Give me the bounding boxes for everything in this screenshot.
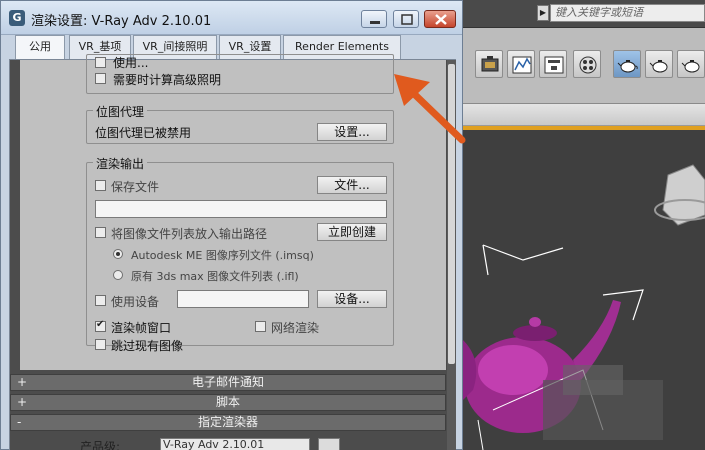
rollout-scripts[interactable]: + 脚本 (10, 394, 446, 411)
use-advanced-lighting-label: 使用... (113, 56, 149, 70)
output-file-path-field[interactable] (95, 200, 387, 218)
put-image-list-checkbox[interactable] (95, 227, 106, 238)
use-advanced-lighting-checkbox[interactable] (95, 57, 106, 68)
production-renderer-label: 产品级: (80, 440, 121, 450)
minimize-button[interactable] (361, 10, 387, 28)
bitmap-proxy-status: 位图代理已被禁用 (95, 126, 192, 140)
rollout-email-notification[interactable]: + 电子邮件通知 (10, 374, 446, 391)
render-frame-window-label: 渲染帧窗口 (111, 321, 172, 335)
material-editor-icon[interactable] (573, 50, 601, 78)
use-device-checkbox[interactable] (95, 295, 106, 306)
skip-existing-label: 跳过现有图像 (111, 339, 184, 353)
choose-renderer-button[interactable] (318, 438, 340, 450)
device-button[interactable]: 设备... (317, 290, 387, 308)
maximize-icon (401, 14, 413, 25)
net-render-label: 网络渲染 (271, 321, 320, 335)
imsq-radio[interactable] (113, 249, 123, 259)
production-renderer-field: V-Ray Adv 2.10.01 (160, 438, 310, 450)
render-setup-icon[interactable] (475, 50, 503, 78)
render-setup-dialog: G 渲染设置: V-Ray Adv 2.10.01 公用 VR_基项 VR_间接… (0, 0, 463, 450)
render-output-group: 渲染输出 保存文件 文件... 将图像文件列表放入输出路径 立即创建 Autod… (86, 155, 394, 353)
create-now-button[interactable]: 立即创建 (317, 223, 387, 241)
common-parameters-content: 使用... 需要时计算高级照明 位图代理 位图代理已被禁用 设置... 渲染输出… (20, 54, 446, 370)
schematic-view-icon[interactable] (539, 50, 567, 78)
quick-render-teapot-icon[interactable] (677, 50, 705, 78)
advanced-lighting-group: 使用... 需要时计算高级照明 (86, 54, 394, 94)
dialog-panel: 使用... 需要时计算高级照明 位图代理 位图代理已被禁用 设置... 渲染输出… (9, 54, 456, 450)
max-main-toolbar (463, 28, 705, 104)
rollout-label: 脚本 (215, 395, 240, 409)
put-image-list-label: 将图像文件列表放入输出路径 (111, 227, 268, 241)
max-perspective-viewport[interactable] (463, 126, 705, 450)
render-frame-teapot-icon[interactable] (645, 50, 673, 78)
render-teapot-icon[interactable] (613, 50, 641, 78)
rollout-assign-renderer[interactable]: - 指定渲染器 (10, 414, 446, 431)
dialog-title-bar[interactable]: G 渲染设置: V-Ray Adv 2.10.01 (1, 1, 462, 35)
dialog-title: 渲染设置: V-Ray Adv 2.10.01 (31, 14, 212, 29)
annotation-arrow-icon (394, 74, 466, 144)
net-render-checkbox[interactable] (255, 321, 266, 332)
maximize-button[interactable] (393, 10, 419, 28)
use-device-label: 使用设备 (111, 295, 160, 309)
ifl-radio[interactable] (113, 270, 123, 280)
compute-advanced-lighting-checkbox[interactable] (95, 73, 106, 84)
app-logo-icon: G (9, 10, 25, 26)
compute-advanced-lighting-label: 需要时计算高级照明 (113, 73, 222, 87)
imsq-radio-label: Autodesk ME 图像序列文件 (.imsq) (131, 249, 314, 262)
files-button[interactable]: 文件... (317, 176, 387, 194)
ifl-radio-label: 原有 3ds max 图像文件列表 (.ifl) (131, 270, 299, 283)
bitmap-proxy-group: 位图代理 位图代理已被禁用 设置... (86, 103, 394, 144)
bitmap-proxy-settings-button[interactable]: 设置... (317, 123, 387, 141)
rollout-label: 指定渲染器 (197, 415, 258, 429)
viewport-scene-graphic (463, 164, 705, 450)
minimize-icon (370, 21, 380, 24)
skip-existing-checkbox[interactable] (95, 339, 106, 350)
max-infocenter-arrow-icon[interactable]: ▶ (537, 5, 549, 21)
max-search-input[interactable]: 键入关键字或短语 (550, 4, 705, 22)
render-frame-window-checkbox[interactable] (95, 319, 106, 332)
device-name-field[interactable] (177, 290, 309, 308)
max-ribbon-strip (463, 104, 705, 126)
save-file-label: 保存文件 (111, 180, 160, 194)
curve-editor-icon[interactable] (507, 50, 535, 78)
render-output-title: 渲染输出 (93, 155, 148, 172)
tab-common[interactable]: 公用 (15, 35, 65, 59)
close-button[interactable] (424, 10, 456, 28)
save-file-checkbox[interactable] (95, 180, 106, 191)
close-icon (435, 14, 447, 25)
bitmap-proxy-title: 位图代理 (93, 103, 148, 120)
rollout-label: 电子邮件通知 (191, 375, 264, 389)
